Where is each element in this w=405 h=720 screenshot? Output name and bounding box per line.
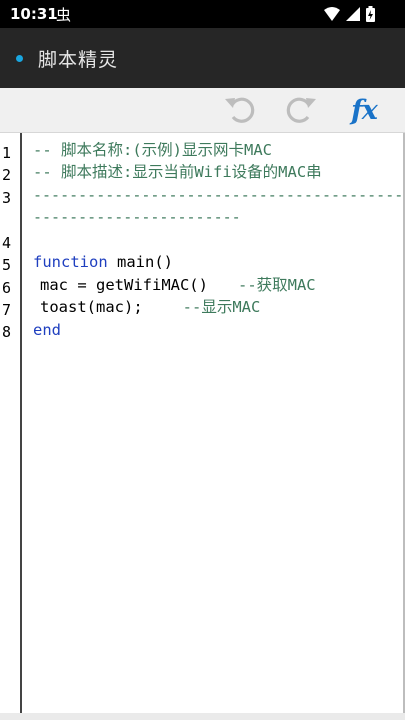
undo-button[interactable] xyxy=(222,92,258,128)
code-line-5: function main() xyxy=(33,252,173,272)
redo-icon xyxy=(284,93,318,127)
code-statement: mac = getWifiMAC() xyxy=(40,276,208,294)
code-editor[interactable]: 1 2 3 4 5 6 7 8 -- 脚本名称:(示例)显示网卡MAC -- 脚… xyxy=(0,133,405,713)
undo-icon xyxy=(223,93,257,127)
code-line-3-wrap: ----------------------- xyxy=(33,208,241,226)
bottom-bar xyxy=(0,713,405,720)
function-signature: main() xyxy=(107,253,173,271)
line-number: 6 xyxy=(2,279,12,297)
line-number: 1 xyxy=(2,144,12,162)
line-number: 5 xyxy=(2,256,12,274)
line-number: 3 xyxy=(2,189,12,207)
status-time: 10:31 xyxy=(10,5,58,23)
battery-icon xyxy=(366,6,375,22)
line-number: 4 xyxy=(2,234,12,252)
redo-button[interactable] xyxy=(283,92,319,128)
app-bar: 脚本精灵 xyxy=(0,28,405,88)
signal-icon xyxy=(346,7,360,21)
keyword-function: function xyxy=(33,253,108,271)
function-icon: fx xyxy=(351,94,378,126)
status-icons xyxy=(324,5,375,23)
inline-comment: --显示MAC xyxy=(182,298,261,316)
code-line-2: -- 脚本描述:显示当前Wifi设备的MAC串 xyxy=(33,163,322,181)
line-number: 8 xyxy=(2,323,12,341)
wifi-icon xyxy=(324,7,340,21)
code-statement: toast(mac); xyxy=(40,298,143,316)
status-bar: 10:31 虫 xyxy=(0,0,405,28)
inline-comment: --获取MAC xyxy=(237,276,316,294)
app-title: 脚本精灵 xyxy=(38,49,119,71)
code-line-6: mac = getWifiMAC() --获取MAC xyxy=(40,275,316,295)
editor-toolbar: fx xyxy=(0,88,405,133)
code-line-1: -- 脚本名称:(示例)显示网卡MAC xyxy=(33,141,272,159)
notification-icon: 虫 xyxy=(56,6,72,24)
code-line-7: toast(mac); --显示MAC xyxy=(40,297,260,317)
line-number-gutter: 1 2 3 4 5 6 7 8 xyxy=(0,133,22,713)
code-line-8: end xyxy=(33,321,61,339)
app-indicator-dot xyxy=(16,55,23,62)
line-number: 7 xyxy=(2,301,12,319)
line-number: 2 xyxy=(2,166,12,184)
code-line-3: ----------------------------------------… xyxy=(33,186,404,204)
function-insert-button[interactable]: fx xyxy=(342,92,386,128)
